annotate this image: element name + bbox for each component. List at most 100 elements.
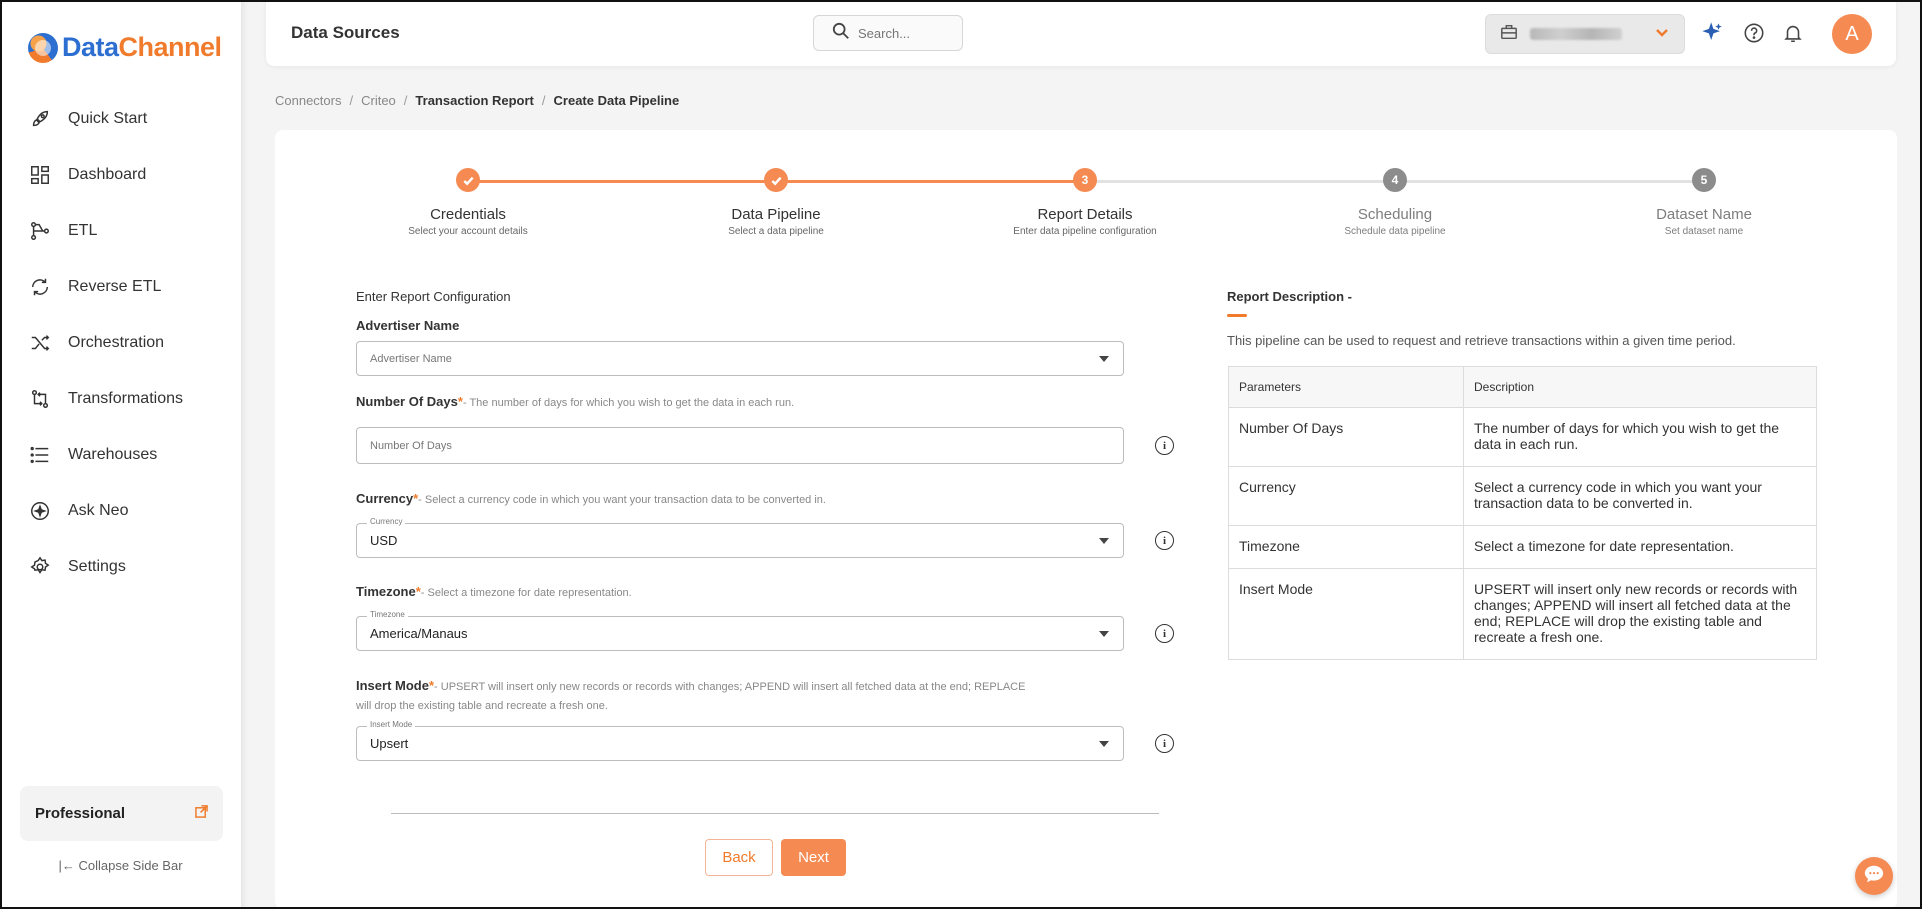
datachannel-logo[interactable]: DataChannel — [28, 32, 222, 63]
step-number: 5 — [1692, 168, 1716, 192]
table-row: Currency Select a currency code in which… — [1228, 466, 1817, 526]
plan-name: Professional — [35, 805, 126, 822]
breadcrumb-separator: / — [403, 93, 408, 108]
logo-mark-icon — [28, 32, 58, 63]
insert-mode-value: Upsert — [370, 736, 409, 751]
param-cell: Number Of Days — [1228, 407, 1464, 467]
reverse-etl-icon — [28, 275, 52, 299]
chevron-down-icon — [1654, 24, 1670, 45]
desc-cell: Select a currency code in which you want… — [1463, 466, 1817, 526]
desc-cell: UPSERT will insert only new records or r… — [1463, 568, 1817, 660]
rocket-icon — [28, 107, 52, 131]
caret-down-icon — [1099, 537, 1109, 544]
sidebar-item-label: Quick Start — [68, 110, 148, 127]
orchestration-icon — [28, 331, 52, 355]
report-description-title: Report Description - — [1227, 289, 1352, 304]
account-selector[interactable] — [1485, 14, 1685, 54]
step-dataset-name: 5 Dataset Name Set dataset name — [1604, 168, 1804, 237]
days-label: Number Of Days*- The number of days for … — [356, 394, 795, 409]
notification-bell-icon[interactable] — [1781, 21, 1805, 45]
caret-down-icon — [1099, 355, 1109, 362]
breadcrumb-criteo[interactable]: Criteo — [361, 93, 396, 108]
collapse-sidebar-button[interactable]: |← Collapse Side Bar — [0, 858, 241, 873]
ask-neo-icon — [28, 499, 52, 523]
warehouses-icon — [28, 443, 52, 467]
step-title: Data Pipeline — [731, 206, 821, 223]
sidebar-item-label: ETL — [68, 222, 98, 239]
dashboard-icon — [28, 163, 52, 187]
sidebar-item-reverse-etl[interactable]: Reverse ETL — [0, 259, 241, 315]
advertiser-select[interactable]: Advertiser Name — [356, 341, 1124, 376]
step-subtitle: Set dataset name — [1664, 226, 1744, 237]
table-row: Timezone Select a timezone for date repr… — [1228, 525, 1817, 569]
currency-label: Currency*- Select a currency code in whi… — [356, 491, 826, 506]
sidebar-item-quick-start[interactable]: Quick Start — [0, 91, 241, 147]
top-header: Data Sources A — [266, 0, 1896, 66]
breadcrumb-create-pipeline: Create Data Pipeline — [553, 93, 680, 108]
advertiser-label: Advertiser Name — [356, 318, 460, 333]
days-input[interactable]: Number Of Days — [356, 427, 1124, 464]
sidebar-item-settings[interactable]: Settings — [0, 539, 241, 595]
step-number: 4 — [1383, 168, 1407, 192]
etl-icon — [28, 219, 52, 243]
briefcase-icon — [1500, 23, 1518, 46]
check-icon — [456, 168, 480, 192]
report-description-text: This pipeline can be used to request and… — [1227, 333, 1736, 348]
table-header-row: Parameters Description — [1228, 366, 1817, 408]
external-link-icon[interactable] — [195, 804, 208, 823]
caret-down-icon — [1099, 630, 1109, 637]
sidebar-nav: Quick Start Dashboard ETL Reverse ETL Or… — [0, 91, 241, 595]
sidebar-item-label: Settings — [68, 558, 126, 575]
sidebar-item-ask-neo[interactable]: Ask Neo — [0, 483, 241, 539]
sparkle-icon[interactable] — [1701, 21, 1725, 45]
sidebar: DataChannel Quick Start Dashboard ETL Re… — [0, 0, 241, 909]
info-icon[interactable]: i — [1155, 531, 1174, 550]
column-header: Description — [1463, 366, 1817, 408]
step-title: Scheduling — [1357, 206, 1433, 223]
breadcrumb-connectors[interactable]: Connectors — [275, 93, 341, 108]
desc-cell: The number of days for which you wish to… — [1463, 407, 1817, 467]
sidebar-item-label: Reverse ETL — [68, 278, 162, 295]
step-report-details: 3 Report Details Enter data pipeline con… — [985, 168, 1185, 237]
sidebar-item-label: Warehouses — [68, 446, 158, 463]
sidebar-item-transformations[interactable]: Transformations — [0, 371, 241, 427]
step-subtitle: Select a data pipeline — [728, 226, 824, 237]
sidebar-item-orchestration[interactable]: Orchestration — [0, 315, 241, 371]
param-cell: Currency — [1228, 466, 1464, 526]
sidebar-item-etl[interactable]: ETL — [0, 203, 241, 259]
table-row: Insert Mode UPSERT will insert only new … — [1228, 568, 1817, 660]
breadcrumb-transaction-report[interactable]: Transaction Report — [415, 93, 533, 108]
sidebar-item-dashboard[interactable]: Dashboard — [0, 147, 241, 203]
next-button[interactable]: Next — [781, 839, 846, 876]
advertiser-placeholder: Advertiser Name — [370, 352, 452, 365]
help-icon[interactable] — [1742, 21, 1766, 45]
step-subtitle: Enter data pipeline configuration — [1013, 226, 1157, 237]
info-icon[interactable]: i — [1155, 436, 1174, 455]
insert-mode-select[interactable]: Insert Mode Upsert — [356, 720, 1124, 761]
search-input[interactable] — [858, 25, 953, 41]
insert-mode-floating-label: Insert Mode — [367, 720, 416, 729]
step-number: 3 — [1073, 168, 1097, 192]
currency-select[interactable]: Currency USD — [356, 517, 1124, 558]
timezone-floating-label: Timezone — [367, 610, 408, 619]
page-title: Data Sources — [291, 23, 400, 42]
timezone-select[interactable]: Timezone America/Manaus — [356, 610, 1124, 651]
desc-cell: Select a timezone for date representatio… — [1463, 525, 1817, 569]
chat-support-button[interactable] — [1855, 857, 1893, 895]
info-icon[interactable]: i — [1155, 624, 1174, 643]
collapse-icon: |← — [58, 858, 79, 873]
account-name-redacted — [1530, 28, 1622, 40]
table-row: Number Of Days The number of days for wh… — [1228, 407, 1817, 467]
search-icon — [832, 22, 850, 45]
back-button[interactable]: Back — [705, 839, 773, 876]
sidebar-item-warehouses[interactable]: Warehouses — [0, 427, 241, 483]
sidebar-item-label: Orchestration — [68, 334, 165, 351]
info-icon[interactable]: i — [1155, 734, 1174, 753]
plan-card[interactable]: Professional — [20, 786, 223, 841]
search-box[interactable] — [813, 15, 963, 51]
sidebar-item-label: Ask Neo — [68, 502, 129, 519]
step-credentials: Credentials Select your account details — [368, 168, 568, 237]
step-subtitle: Select your account details — [408, 226, 528, 237]
user-avatar[interactable]: A — [1832, 14, 1872, 54]
step-title: Dataset Name — [1656, 206, 1752, 223]
